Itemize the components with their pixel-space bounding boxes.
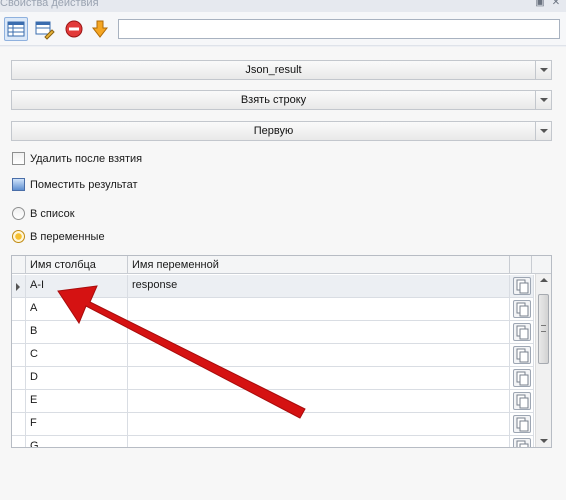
variable-name-cell[interactable] bbox=[128, 321, 510, 343]
column-name-cell[interactable]: B bbox=[26, 321, 128, 343]
title-bar: Свойства действия ▣ ✕ bbox=[0, 0, 566, 12]
row-selector[interactable] bbox=[12, 321, 26, 343]
chevron-down-icon[interactable] bbox=[535, 91, 551, 109]
delete-after-checkbox[interactable] bbox=[12, 152, 25, 165]
column-mapping-table: Имя столбца Имя переменной A-I response … bbox=[11, 255, 552, 448]
table-row[interactable]: A bbox=[12, 298, 534, 321]
copy-cell bbox=[510, 321, 534, 343]
column-name-cell[interactable]: A-I bbox=[26, 275, 128, 297]
table-row[interactable]: F bbox=[12, 413, 534, 436]
to-variables-radio[interactable] bbox=[12, 230, 25, 243]
copy-icon bbox=[516, 394, 529, 409]
column-name-cell[interactable]: E bbox=[26, 390, 128, 412]
column-name-header[interactable]: Имя столбца bbox=[26, 256, 128, 274]
edit-table-button[interactable] bbox=[32, 17, 56, 41]
arrow-down-icon bbox=[91, 20, 109, 38]
variable-name-header[interactable]: Имя переменной bbox=[128, 256, 510, 274]
copy-cell bbox=[510, 413, 534, 435]
copy-cell bbox=[510, 275, 534, 297]
table-row[interactable]: E bbox=[12, 390, 534, 413]
variable-name-cell[interactable]: response bbox=[128, 275, 510, 297]
action-select[interactable]: Взять строку bbox=[11, 90, 552, 110]
variable-name-cell[interactable] bbox=[128, 390, 510, 412]
copy-icon bbox=[516, 302, 529, 317]
copy-button[interactable] bbox=[513, 438, 531, 447]
chevron-down-icon[interactable] bbox=[535, 122, 551, 140]
table-header: Имя столбца Имя переменной bbox=[12, 256, 551, 274]
row-selector[interactable] bbox=[12, 344, 26, 366]
row-select[interactable]: Первую bbox=[11, 121, 552, 141]
delete-after-label: Удалить после взятия bbox=[30, 153, 143, 165]
to-list-label: В список bbox=[30, 208, 75, 220]
row-selector[interactable] bbox=[12, 413, 26, 435]
row-selector-header bbox=[12, 256, 26, 274]
column-name-cell[interactable]: A bbox=[26, 298, 128, 320]
close-button[interactable]: ✕ bbox=[550, 0, 562, 9]
download-button[interactable] bbox=[88, 17, 112, 41]
table-row[interactable]: D bbox=[12, 367, 534, 390]
variable-name-cell[interactable] bbox=[128, 344, 510, 366]
copy-icon bbox=[516, 417, 529, 432]
copy-button[interactable] bbox=[513, 369, 531, 387]
row-select-value: Первую bbox=[253, 125, 294, 137]
copy-button[interactable] bbox=[513, 323, 531, 341]
table-view-button[interactable] bbox=[4, 17, 28, 41]
copy-cell bbox=[510, 436, 534, 447]
put-result-label: Поместить результат bbox=[30, 179, 138, 191]
current-row-icon bbox=[16, 283, 20, 291]
chevron-down-icon[interactable] bbox=[535, 61, 551, 79]
variable-name-cell[interactable] bbox=[128, 436, 510, 447]
variable-name-cell[interactable] bbox=[128, 413, 510, 435]
row-selector[interactable] bbox=[12, 275, 26, 297]
copy-icon bbox=[516, 440, 529, 447]
scroll-thumb[interactable] bbox=[538, 294, 549, 364]
scroll-up-icon[interactable] bbox=[536, 274, 551, 286]
action-select-value: Взять строку bbox=[240, 94, 307, 106]
copy-icon bbox=[516, 348, 529, 363]
copy-cell bbox=[510, 367, 534, 389]
toolbar bbox=[0, 12, 566, 46]
copy-icon bbox=[516, 371, 529, 386]
stop-icon bbox=[65, 20, 83, 38]
copy-icon bbox=[516, 325, 529, 340]
copy-button[interactable] bbox=[513, 277, 531, 295]
copy-button[interactable] bbox=[513, 415, 531, 433]
action-column-header bbox=[510, 256, 532, 274]
copy-cell bbox=[510, 344, 534, 366]
row-selector[interactable] bbox=[12, 436, 26, 447]
copy-cell bbox=[510, 390, 534, 412]
copy-button[interactable] bbox=[513, 300, 531, 318]
put-result-checkbox[interactable] bbox=[12, 178, 25, 191]
table-row[interactable]: A-I response bbox=[12, 275, 534, 298]
table-row[interactable]: G bbox=[12, 436, 534, 447]
copy-button[interactable] bbox=[513, 392, 531, 410]
copy-cell bbox=[510, 298, 534, 320]
pin-button[interactable]: ▣ bbox=[534, 0, 546, 9]
row-selector[interactable] bbox=[12, 298, 26, 320]
properties-panel: Json_result Взять строку Первую Удалить … bbox=[0, 47, 566, 500]
window-title: Свойства действия bbox=[0, 0, 99, 9]
row-selector[interactable] bbox=[12, 367, 26, 389]
variable-name-cell[interactable] bbox=[128, 298, 510, 320]
copy-icon bbox=[516, 279, 529, 294]
column-name-cell[interactable]: F bbox=[26, 413, 128, 435]
row-selector[interactable] bbox=[12, 390, 26, 412]
column-name-cell[interactable]: D bbox=[26, 367, 128, 389]
to-list-radio[interactable] bbox=[12, 207, 25, 220]
table-row[interactable]: C bbox=[12, 344, 534, 367]
copy-button[interactable] bbox=[513, 346, 531, 364]
edit-table-icon bbox=[35, 21, 55, 40]
vertical-scrollbar[interactable] bbox=[535, 274, 551, 447]
source-select[interactable]: Json_result bbox=[11, 60, 552, 80]
column-name-cell[interactable]: G bbox=[26, 436, 128, 447]
source-select-value: Json_result bbox=[245, 64, 302, 76]
table-icon bbox=[7, 21, 25, 37]
table-row[interactable]: B bbox=[12, 321, 534, 344]
to-variables-label: В переменные bbox=[30, 231, 105, 243]
column-name-cell[interactable]: C bbox=[26, 344, 128, 366]
variable-name-cell[interactable] bbox=[128, 367, 510, 389]
stop-button[interactable] bbox=[62, 17, 86, 41]
action-name-input[interactable] bbox=[118, 19, 560, 39]
scroll-down-icon[interactable] bbox=[536, 435, 551, 447]
